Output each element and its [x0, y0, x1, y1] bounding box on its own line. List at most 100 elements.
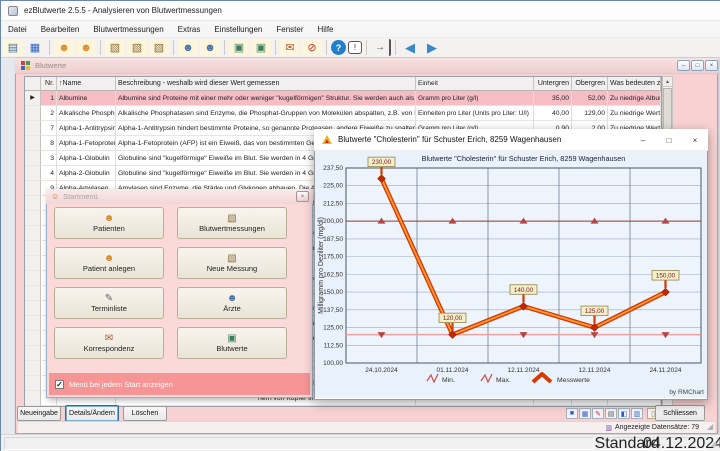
menu-einstellungen[interactable]: Einstellungen	[207, 23, 269, 36]
korrespondenz-button[interactable]: ✉ Korrespondenz	[54, 327, 164, 359]
startmenu-close-icon[interactable]: ×	[296, 191, 309, 202]
blutwerte-titlebar[interactable]: Blutwerte	[15, 58, 718, 74]
blutwerte-statusbar: ▥ Angezeigte Datensätze: 79	[18, 421, 715, 433]
doctor-new-icon[interactable]: ☻	[200, 39, 220, 56]
button-label: Blutwerte	[216, 344, 247, 353]
patienten-button[interactable]: ☻ Patienten	[54, 207, 164, 239]
svg-text:200,00: 200,00	[323, 218, 343, 225]
scrollbar-thumb[interactable]	[663, 88, 672, 130]
statusbar-date: 04.12.2024	[659, 437, 707, 450]
table-view-icon[interactable]: ▥	[631, 408, 643, 419]
measurements-icon[interactable]: ▧	[105, 39, 125, 56]
exit-icon[interactable]: →	[371, 39, 391, 56]
view-card-icon[interactable]: ■	[566, 408, 578, 419]
restore-button[interactable]: □	[691, 60, 704, 71]
nav-back-icon[interactable]: ◀	[400, 39, 420, 56]
button-label: Patienten	[93, 224, 125, 233]
svg-text:12.11.2024: 12.11.2024	[578, 367, 610, 374]
feedback-icon[interactable]: !	[348, 41, 362, 54]
aerzte-button[interactable]: ☻ Ärzte	[177, 287, 287, 319]
blutwertmessungen-button[interactable]: ▧ Blutwertmessungen	[177, 207, 287, 239]
show-at-start-option: ✓ Menü bei jedem Start anzeigen	[49, 373, 310, 395]
minimize-button[interactable]: –	[677, 60, 690, 71]
menu-fenster[interactable]: Fenster	[269, 23, 310, 36]
patient-anlegen-button[interactable]: ☻ Patient anlegen	[54, 247, 164, 279]
bloodvalue-new-icon[interactable]: ▣	[251, 39, 271, 56]
measurements-icon: ▧	[227, 213, 236, 224]
col-untergrenze[interactable]: Untergren	[534, 77, 572, 91]
no-show-icon[interactable]: ⊘	[302, 39, 322, 56]
chart-close-button[interactable]: ×	[682, 129, 708, 151]
show-at-start-checkbox[interactable]: ✓	[55, 380, 64, 389]
svg-text:212,50: 212,50	[323, 200, 343, 207]
patient-new-icon[interactable]: ☻	[76, 39, 96, 56]
svg-text:Blutwerte "Cholesterin" für Sc: Blutwerte "Cholesterin" für Schuster Eri…	[422, 154, 626, 163]
svg-text:125,00: 125,00	[323, 325, 343, 332]
menu-hilfe[interactable]: Hilfe	[311, 23, 341, 36]
neueingabe-button[interactable]: Neueingabe	[17, 406, 61, 421]
resize-grip[interactable]: ◢	[707, 422, 713, 431]
button-label: Terminliste	[91, 304, 127, 313]
bloodvalues-list-icon[interactable]: ▣	[229, 39, 249, 56]
svg-text:150,00: 150,00	[323, 289, 343, 296]
svg-text:137,50: 137,50	[323, 307, 343, 314]
menu-extras[interactable]: Extras	[171, 23, 208, 36]
cell-low: 35,00	[534, 91, 572, 106]
schliessen-button[interactable]: Schliessen	[655, 405, 705, 421]
app-icon	[8, 6, 18, 16]
button-label: Ärzte	[223, 304, 241, 313]
bloodvalues-icon: ▣	[227, 333, 236, 344]
terminliste-button[interactable]: ✎ Terminliste	[54, 287, 164, 319]
patient-new-icon: ☻	[104, 253, 115, 264]
svg-text:112,50: 112,50	[324, 342, 344, 349]
col-beschreibung[interactable]: Beschreibung - weshalb wird dieser Wert …	[116, 77, 416, 91]
toolbar-separator	[326, 40, 327, 55]
help-icon[interactable]: ?	[331, 40, 346, 55]
startmenu-title: Startmenü	[63, 192, 98, 201]
col-obergrenze[interactable]: Obergren	[572, 77, 608, 91]
details-aendern-button[interactable]: Details/Ändern	[65, 405, 119, 422]
apps-grid-icon[interactable]: ▦	[25, 39, 45, 56]
chart-window-title: Blutwerte "Cholesterin" für Schuster Eri…	[338, 135, 561, 144]
view-grid-icon[interactable]: ▦	[579, 408, 591, 419]
cell-desc: Albumine sind Proteine mit einer mehr od…	[116, 91, 416, 106]
export-icon[interactable]: ◧	[618, 408, 630, 419]
scroll-up-icon[interactable]: ▲	[662, 76, 673, 87]
print-icon[interactable]: ▤	[605, 408, 617, 419]
cell-name: Albumine	[57, 91, 116, 106]
edit-chart-icon[interactable]: ✎	[592, 408, 604, 419]
correspondence-icon[interactable]: ✉	[280, 39, 300, 56]
nav-forward-icon[interactable]: ▶	[422, 39, 442, 56]
col-nr[interactable]: Nr.	[41, 77, 57, 91]
svg-text:120,00: 120,00	[443, 315, 463, 322]
close-button[interactable]: ×	[705, 60, 718, 71]
records-icon: ▥	[605, 424, 612, 432]
patients-icon[interactable]: ☻	[54, 39, 74, 56]
col-name[interactable]: ↑Name	[57, 77, 116, 91]
chart-maximize-button[interactable]: □	[656, 129, 682, 151]
phonebook-icon[interactable]: ▤	[3, 39, 23, 56]
svg-text:175,00: 175,00	[323, 254, 343, 261]
cell-nr: 1	[41, 91, 57, 106]
window-resize-grip[interactable]: ◢	[710, 439, 716, 448]
blutwerte-button[interactable]: ▣ Blutwerte	[177, 327, 287, 359]
cell-unit: Gramm pro Liter (g/l)	[416, 91, 534, 106]
menu-datei[interactable]: Datei	[1, 23, 34, 36]
table-row[interactable]: ▶ 1 Albumine Albumine sind Proteine mit …	[25, 91, 661, 106]
button-label: Neue Messung	[207, 264, 257, 273]
doctors-icon[interactable]: ☻	[178, 39, 198, 56]
startmenu-titlebar[interactable]: ☺ Startmenü	[46, 189, 313, 204]
neue-messung-button[interactable]: ▧ Neue Messung	[177, 247, 287, 279]
svg-text:Min.: Min.	[442, 377, 455, 384]
chart-minimize-button[interactable]: –	[630, 129, 656, 151]
menu-bearbeiten[interactable]: Bearbeiten	[34, 23, 87, 36]
table-row[interactable]: 2Alkalische PhosphataseAlkalische Phosph…	[25, 106, 661, 121]
chart-credit: by RMChart	[634, 389, 704, 396]
measurement-analyze-icon[interactable]: ▧	[149, 39, 169, 56]
checkbox-label: Menü bei jedem Start anzeigen	[69, 380, 173, 389]
measurement-new-icon[interactable]: ▧	[127, 39, 147, 56]
menu-blutwertmessungen[interactable]: Blutwertmessungen	[86, 23, 170, 36]
col-niedrige-werte[interactable]: Was bedeuten zu niedrige V	[608, 77, 661, 91]
col-einheit[interactable]: Einheit	[416, 77, 534, 91]
loeschen-button[interactable]: Löschen	[123, 406, 167, 421]
